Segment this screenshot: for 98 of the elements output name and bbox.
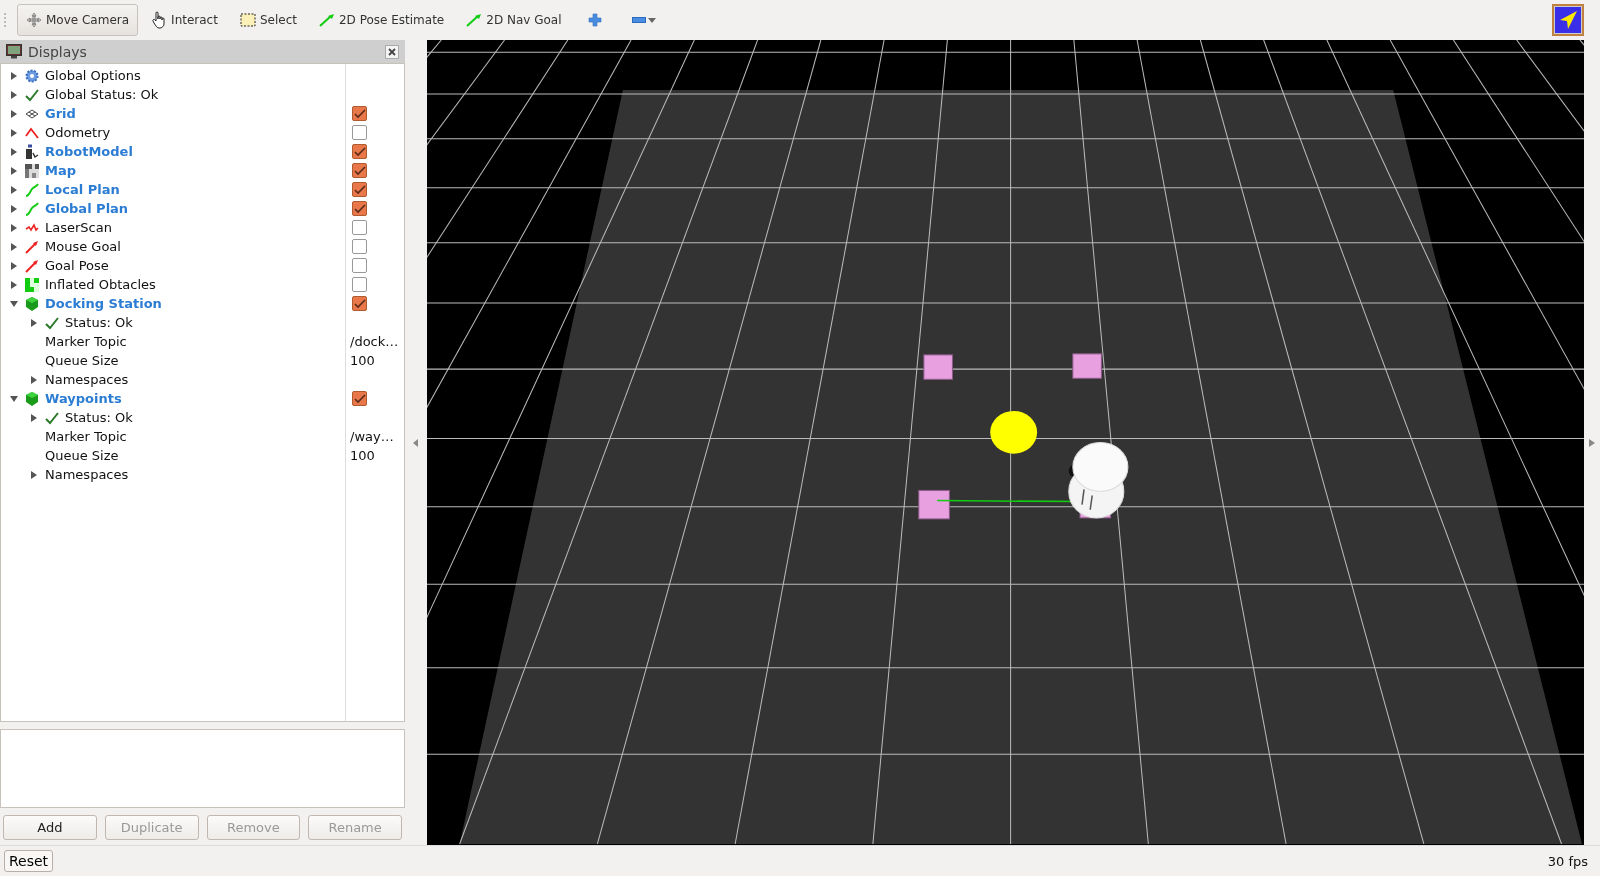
tool-button[interactable]: 2D Nav Goal xyxy=(457,4,571,36)
checkbox[interactable] xyxy=(352,296,367,311)
display-name[interactable]: Marker Topic xyxy=(45,334,127,349)
display-name[interactable]: Queue Size xyxy=(45,353,119,368)
display-name[interactable]: Marker Topic xyxy=(45,429,127,444)
fps-counter: 30 fps xyxy=(1547,853,1588,869)
checkbox[interactable] xyxy=(352,277,367,292)
camera-view-button[interactable] xyxy=(1552,4,1584,36)
checkbox[interactable] xyxy=(352,125,367,140)
tree-toggle-icon[interactable] xyxy=(9,279,19,290)
display-name[interactable]: RobotModel xyxy=(45,144,133,159)
tool-button[interactable]: 2D Pose Estimate xyxy=(309,4,454,36)
panel-button[interactable]: Add xyxy=(3,815,97,840)
tree-toggle-icon[interactable] xyxy=(29,412,39,423)
curve-icon xyxy=(25,201,39,216)
tree-toggle-icon[interactable] xyxy=(9,184,19,195)
arrow-icon xyxy=(318,13,335,27)
display-name[interactable]: Waypoints xyxy=(45,391,122,406)
display-name[interactable]: LaserScan xyxy=(45,220,112,235)
tree-toggle-icon[interactable] xyxy=(9,108,19,119)
checkbox[interactable] xyxy=(352,220,367,235)
map-icon xyxy=(25,163,39,178)
checkbox[interactable] xyxy=(352,106,367,121)
arrow-icon xyxy=(25,239,39,254)
checkmark-icon xyxy=(45,410,59,425)
checkbox[interactable] xyxy=(352,182,367,197)
caret-icon xyxy=(647,17,656,23)
tree-toggle-icon[interactable] xyxy=(29,469,39,480)
tree-toggle-icon[interactable] xyxy=(9,298,19,309)
checkbox[interactable] xyxy=(352,239,367,254)
tree-toggle-icon[interactable] xyxy=(29,317,39,328)
tree-toggle-icon[interactable] xyxy=(9,127,19,138)
cube-icon xyxy=(25,296,39,311)
tree-toggle-icon[interactable] xyxy=(9,393,19,404)
curve-icon xyxy=(25,182,39,197)
gear-icon xyxy=(25,68,39,83)
checkbox[interactable] xyxy=(352,201,367,216)
cells-icon xyxy=(25,277,39,292)
marker-square xyxy=(918,489,950,520)
move-arrows-icon xyxy=(26,12,42,28)
checkbox[interactable] xyxy=(352,258,367,273)
display-name[interactable]: Map xyxy=(45,163,76,178)
arrow-icon xyxy=(25,258,39,273)
marker-square xyxy=(1072,353,1102,379)
panel-title: Displays xyxy=(28,43,88,60)
tree-toggle-icon[interactable] xyxy=(9,70,19,81)
hand-icon xyxy=(151,11,168,29)
minus-icon xyxy=(631,17,646,23)
property-value[interactable]: /way… xyxy=(350,429,394,444)
property-value[interactable]: /dock… xyxy=(350,334,399,349)
close-button[interactable] xyxy=(385,44,399,59)
tool-button[interactable]: Interact xyxy=(142,4,227,36)
display-name[interactable]: Status: Ok xyxy=(65,315,133,330)
display-name[interactable]: Odometry xyxy=(45,125,111,140)
display-name[interactable]: Global Plan xyxy=(45,201,129,216)
display-name[interactable]: Global Options xyxy=(45,68,141,83)
angle-line-icon xyxy=(25,125,39,140)
tree-toggle-icon[interactable] xyxy=(9,241,19,252)
display-name[interactable]: Goal Pose xyxy=(45,258,109,273)
zigzag-icon xyxy=(25,222,39,233)
property-value[interactable]: 100 xyxy=(350,353,375,368)
tree-toggle-icon[interactable] xyxy=(29,374,39,385)
robot-icon xyxy=(25,143,39,160)
display-name[interactable]: Namespaces xyxy=(45,467,129,482)
tree-toggle-icon[interactable] xyxy=(9,146,19,157)
checkbox[interactable] xyxy=(352,163,367,178)
monitor-icon xyxy=(6,44,22,59)
display-name[interactable]: Status: Ok xyxy=(65,410,133,425)
expand-arrow-icon[interactable] xyxy=(1589,438,1595,447)
property-value[interactable]: 100 xyxy=(350,448,375,463)
tree-toggle-icon[interactable] xyxy=(9,203,19,214)
grid-icon xyxy=(25,108,39,119)
display-name[interactable]: Namespaces xyxy=(45,372,129,387)
cube-icon xyxy=(25,391,39,406)
display-name[interactable]: Mouse Goal xyxy=(45,239,121,254)
dashed-rectangle-icon xyxy=(239,13,256,27)
collapse-arrow-icon[interactable] xyxy=(413,438,419,447)
checkmark-icon xyxy=(45,315,59,330)
display-name[interactable]: Grid xyxy=(45,106,76,121)
tree-toggle-icon[interactable] xyxy=(9,89,19,100)
marker-square xyxy=(923,354,953,380)
plus-icon xyxy=(587,13,602,27)
tree-toggle-icon[interactable] xyxy=(9,165,19,176)
tool-button[interactable]: Select xyxy=(230,4,306,36)
waypoint-disc xyxy=(990,410,1038,454)
checkmark-icon xyxy=(25,87,39,102)
tree-toggle-icon[interactable] xyxy=(9,222,19,233)
display-name[interactable]: Docking Station xyxy=(45,296,162,311)
reset-button[interactable]: Reset xyxy=(4,850,54,872)
tree-toggle-icon[interactable] xyxy=(9,260,19,271)
display-name[interactable]: Global Status: Ok xyxy=(45,87,159,102)
display-name[interactable]: Inflated Obtacles xyxy=(45,277,156,292)
checkbox[interactable] xyxy=(352,144,367,159)
display-name[interactable]: Queue Size xyxy=(45,448,119,463)
display-name[interactable]: Local Plan xyxy=(45,182,120,197)
tool-button[interactable]: Move Camera xyxy=(17,4,139,36)
checkbox[interactable] xyxy=(352,391,367,406)
arrow-icon xyxy=(466,13,483,27)
